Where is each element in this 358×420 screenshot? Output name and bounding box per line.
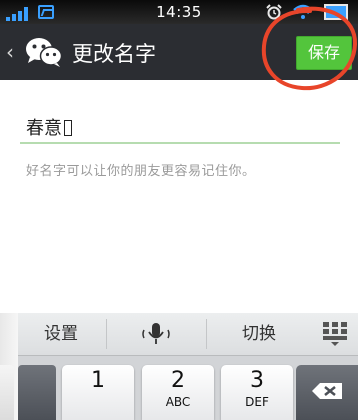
keyboard-toolbar: 设置 切换 <box>0 313 358 356</box>
text-caret <box>64 120 72 136</box>
keyboard-grid-icon[interactable] <box>322 321 348 347</box>
title-bar: ‹ 更改名字 保存 <box>0 24 358 80</box>
delete-key[interactable] <box>296 365 358 420</box>
status-bar: 14:35 <box>0 0 358 24</box>
battery-icon <box>324 4 348 20</box>
page-title: 更改名字 <box>72 42 156 66</box>
soft-keyboard: 设置 切换 1 2 ABC 3 DEF <box>0 313 358 420</box>
keyboard-edge-key <box>0 365 14 420</box>
key-1-number: 1 <box>91 368 105 393</box>
keyboard-settings-label: 设置 <box>44 324 78 344</box>
keyboard-switch-button[interactable]: 切换 <box>207 313 311 355</box>
name-input-value: 春意 <box>26 114 72 140</box>
wechat-logo-icon[interactable] <box>24 36 64 68</box>
name-input-text: 春意 <box>26 118 62 139</box>
chevron-left-icon[interactable]: ‹ <box>6 41 20 63</box>
key-2-number: 2 <box>171 368 185 393</box>
key-2[interactable]: 2 ABC <box>142 365 214 420</box>
key-3[interactable]: 3 DEF <box>221 365 293 420</box>
alarm-icon <box>266 4 282 20</box>
wifi-icon <box>293 4 313 19</box>
microphone-icon <box>142 323 170 344</box>
keyboard-switch-label: 切换 <box>242 324 276 344</box>
microphone-button[interactable] <box>107 313 205 355</box>
save-button[interactable]: 保存 <box>296 36 352 70</box>
name-input[interactable]: 春意 <box>20 112 340 144</box>
key-3-letters: DEF <box>245 395 269 409</box>
backspace-icon <box>312 383 342 399</box>
name-hint: 好名字可以让你的朋友更容易记住你。 <box>26 164 256 179</box>
key-1[interactable]: 1 <box>62 365 134 420</box>
key-3-number: 3 <box>250 368 264 393</box>
keyboard-settings-button[interactable]: 设置 <box>18 313 104 355</box>
keyboard-symbol-key[interactable] <box>18 365 56 420</box>
key-2-letters: ABC <box>165 395 191 409</box>
